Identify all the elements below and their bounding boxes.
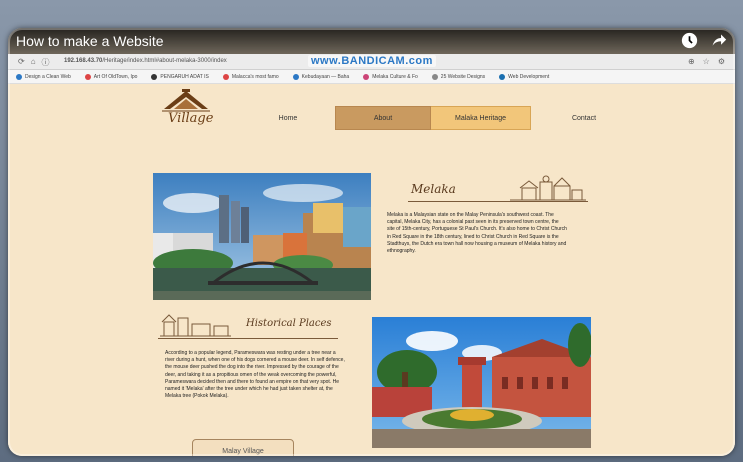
home-icon[interactable]: ⌂ (31, 57, 36, 68)
bookmark-item[interactable]: Design a Clean Web (16, 73, 71, 80)
nav-contact[interactable]: Contact (564, 106, 604, 130)
nav-about[interactable]: About (335, 106, 431, 130)
url-path: /Heritage/index.html#about-melaka-3000/i… (102, 58, 227, 64)
nav-heritage[interactable]: Malaka Heritage (431, 106, 531, 130)
bookmark-favicon-icon (84, 73, 91, 80)
bookmark-favicon-icon (499, 73, 506, 80)
reload-icon[interactable]: ⟳ (18, 57, 25, 68)
bookmark-favicon-icon (16, 73, 22, 80)
malay-village-button[interactable]: Malay Village (192, 439, 294, 456)
bookmark-item[interactable]: 25 Website Designs (431, 73, 485, 80)
heading-divider (158, 338, 338, 339)
nav-home[interactable]: Home (268, 106, 308, 130)
video-title[interactable]: How to make a Website (16, 33, 164, 49)
menu-icon[interactable]: ⚙ (718, 57, 725, 66)
bookmark-favicon-icon (292, 73, 299, 80)
browser-address-bar: ⟳ ⌂ ⓘ 192.168.43.70/Heritage/index.html#… (8, 54, 735, 70)
historical-sketch-icon (160, 314, 231, 337)
video-title-bar: How to make a Website (8, 28, 735, 54)
zoom-icon[interactable]: ⊕ (688, 57, 695, 66)
clock-icon[interactable] (681, 32, 698, 49)
historical-heading: Historical Places (246, 318, 332, 329)
bookmarks-bar: Design a Clean Web Art Of OldTown, Ipo P… (8, 70, 735, 84)
recording-watermark: www.BANDICAM.com (308, 55, 436, 67)
star-icon[interactable]: ☆ (703, 57, 710, 66)
buildings-sketch-icon (510, 175, 586, 201)
website-page: Village Home About Malaka Heritage Conta… (8, 84, 735, 456)
bookmark-item[interactable]: Kebudayaan — Baha (292, 73, 349, 80)
bookmark-item[interactable]: PENGARUH ADAT IS (151, 73, 209, 80)
bookmark-item[interactable]: Web Development (499, 73, 549, 80)
bookmark-favicon-icon (431, 73, 438, 80)
red-square-image (372, 317, 591, 448)
url-host: 192.168.43.70 (64, 58, 103, 64)
bookmark-item[interactable]: Malacca's most famo (222, 73, 279, 80)
heading-divider (408, 201, 588, 202)
bookmark-favicon-icon (222, 73, 229, 80)
melaka-river-image (153, 173, 371, 300)
video-player[interactable]: How to make a Website ⟳ ⌂ ⓘ 192.168.43.7… (8, 28, 735, 456)
share-icon[interactable] (710, 32, 727, 49)
info-icon[interactable]: ⓘ (42, 57, 50, 68)
historical-description: According to a popular legend, Parameswa… (165, 350, 345, 400)
bookmark-favicon-icon (151, 73, 158, 80)
bookmark-item[interactable]: Art Of OldTown, Ipo (84, 73, 137, 80)
bookmark-item[interactable]: Melaka Culture & Fo (363, 73, 418, 80)
logo-text: Village (168, 111, 214, 126)
melaka-heading: Melaka (411, 182, 456, 196)
url-field[interactable]: 192.168.43.70/Heritage/index.html#about-… (64, 58, 227, 64)
bookmark-favicon-icon (363, 73, 370, 80)
melaka-description: Melaka is a Malaysian state on the Malay… (387, 212, 567, 255)
village-logo[interactable]: Village (156, 89, 216, 133)
